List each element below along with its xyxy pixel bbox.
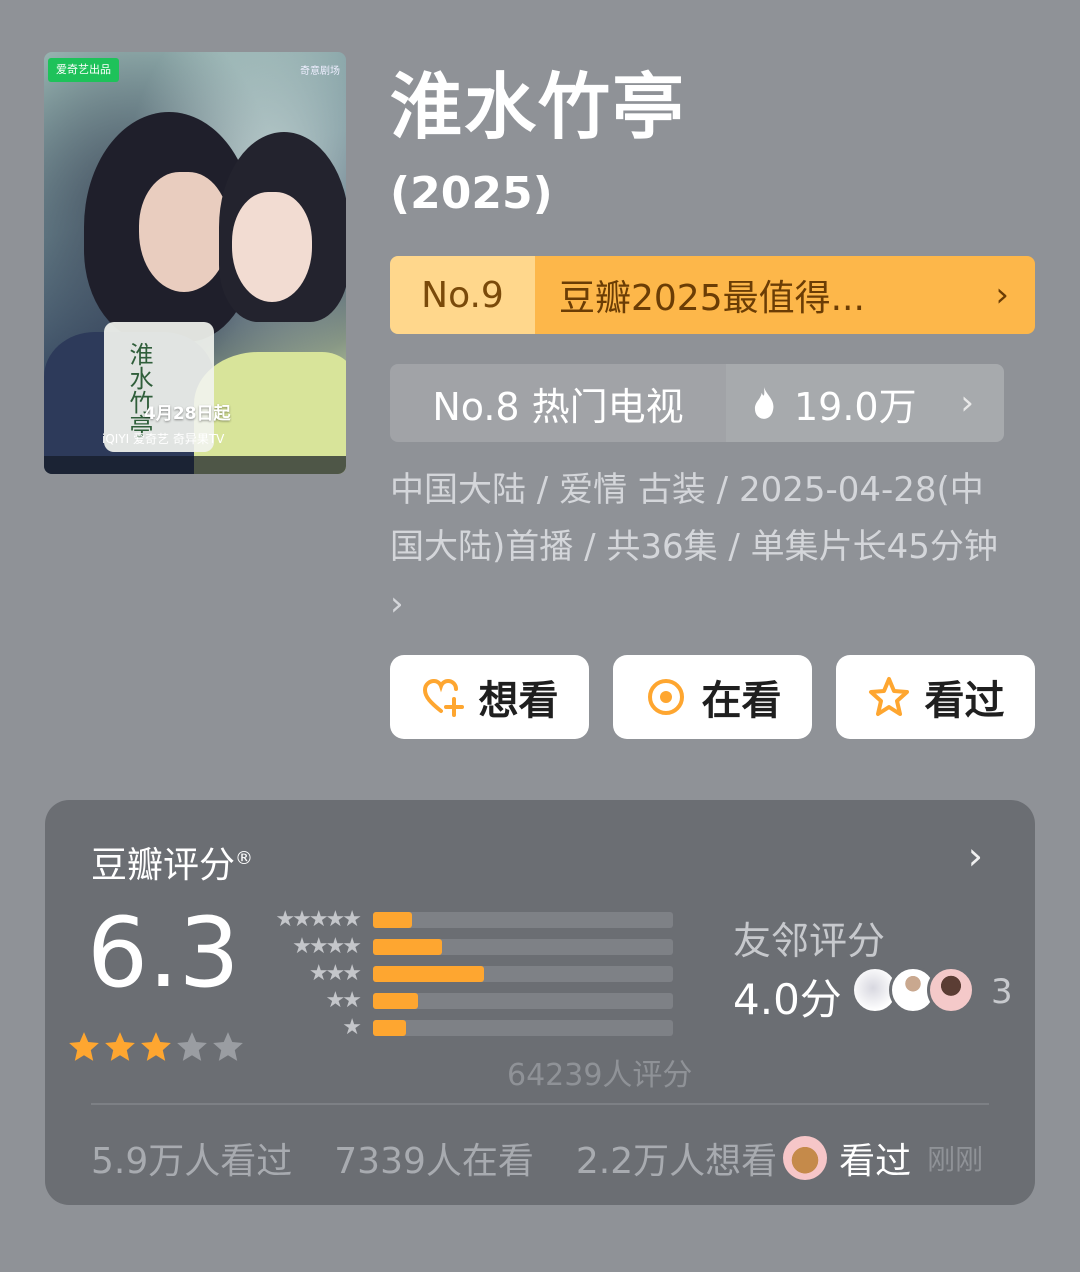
heat-value: 19.0万 xyxy=(794,384,917,429)
rating-bar-track xyxy=(373,992,673,1009)
rank-number: No.9 xyxy=(390,256,535,334)
rank-list-label-wrap: 豆瓣2025最值得... › xyxy=(535,256,1035,334)
poster-brand: 奇意剧场 xyxy=(300,66,340,77)
action-buttons: 想看 在看 看过 xyxy=(390,655,1035,739)
target-icon xyxy=(647,679,684,715)
latest-activity-time: 刚刚 xyxy=(927,1143,984,1176)
rating-bar-row: ★★ xyxy=(267,987,673,1014)
rating-header: 豆瓣评分® xyxy=(91,836,253,888)
want-to-watch-button[interactable]: 想看 xyxy=(390,655,589,739)
rating-distribution: ★★★★★ ★★★★ ★★★ ★★ ★ xyxy=(267,906,673,1041)
star-empty-icon xyxy=(177,1032,207,1061)
rating-bar-row: ★★★★★ xyxy=(267,906,673,933)
rating-bar-stars: ★★★★ xyxy=(292,934,362,959)
rating-bar-fill xyxy=(373,938,442,955)
poster-release: 4月28日起 xyxy=(144,404,231,424)
rating-bar-stars: ★★ xyxy=(325,988,362,1013)
rating-bar-stars: ★ xyxy=(342,1015,362,1040)
hot-tv-rank-button[interactable]: No.8 热门电视 19.0万 › xyxy=(390,364,1004,442)
rating-header-text: 豆瓣评分 xyxy=(91,845,236,886)
friend-rating-label: 友邻评分 xyxy=(733,919,886,963)
poster-figure-female-face xyxy=(232,192,312,302)
flame-icon xyxy=(754,387,774,419)
heart-plus-icon xyxy=(422,678,464,717)
chevron-right-icon: › xyxy=(995,275,1009,315)
watched-button[interactable]: 看过 xyxy=(836,655,1035,739)
rating-bar-track xyxy=(373,911,673,928)
want-to-watch-label: 想看 xyxy=(478,678,559,724)
rating-score: 6.3 xyxy=(87,897,240,1009)
rank-list-label: 豆瓣2025最值得... xyxy=(559,278,865,319)
star-filled-icon xyxy=(141,1032,171,1061)
rating-bar-track xyxy=(373,1019,673,1036)
watched-label: 看过 xyxy=(924,678,1005,724)
rating-bar-fill xyxy=(373,965,484,982)
watch-stats: 5.9万人看过 7339人在看 2.2万人想看 看过 刚刚 xyxy=(91,1132,983,1184)
divider xyxy=(91,1103,989,1105)
chevron-right-icon: › xyxy=(960,383,974,423)
poster-footer xyxy=(44,456,346,474)
heat-block: 19.0万 › xyxy=(726,364,1004,442)
want-count[interactable]: 2.2万人想看 xyxy=(576,1132,777,1184)
watched-count[interactable]: 5.9万人看过 xyxy=(91,1132,292,1184)
friend-rating-score: 4.0分 xyxy=(733,975,842,1024)
rating-bar-track xyxy=(373,938,673,955)
poster-image[interactable]: 爱奇艺出品 奇意剧场 淮水竹亭 4月28日起 iQIYI 爱奇艺 奇异果TV xyxy=(44,52,346,474)
registered-mark: ® xyxy=(235,848,254,869)
rating-bar-track xyxy=(373,965,673,982)
rating-bar-row: ★★★★ xyxy=(267,933,673,960)
rating-bar-fill xyxy=(373,911,412,928)
friend-avatars[interactable] xyxy=(851,966,975,1014)
hot-tv-rank-label: No.8 热门电视 xyxy=(390,364,726,442)
rating-bar-stars: ★★★★★ xyxy=(275,907,362,932)
rating-bar-fill xyxy=(373,992,418,1009)
star-filled-icon xyxy=(69,1032,99,1061)
watching-button[interactable]: 在看 xyxy=(613,655,812,739)
show-year: (2025) xyxy=(390,168,553,219)
star-outline-icon xyxy=(868,677,909,716)
avatar xyxy=(927,966,975,1014)
rating-bar-stars: ★★★ xyxy=(308,961,362,986)
star-empty-icon xyxy=(213,1032,243,1061)
watching-label: 在看 xyxy=(701,678,782,724)
chevron-right-icon[interactable]: › xyxy=(968,834,983,878)
poster-platforms: iQIYI 爱奇艺 奇异果TV xyxy=(102,432,225,446)
show-meta-info[interactable]: 中国大陆 / 爱情 古装 / 2025-04-28(中国大陆)首播 / 共36集… xyxy=(390,462,1010,633)
rank-list-button[interactable]: No.9 豆瓣2025最值得... › xyxy=(390,256,1035,334)
rating-bar-row: ★ xyxy=(267,1014,673,1041)
friend-count: 3 xyxy=(991,972,1013,1012)
show-title: 淮水竹亭 xyxy=(390,65,687,149)
poster-figure-male-face xyxy=(139,172,229,292)
avatar xyxy=(783,1136,828,1180)
rating-count: 64239人评分 xyxy=(507,1058,693,1093)
poster-badge: 爱奇艺出品 xyxy=(48,58,119,82)
rating-bar-fill xyxy=(373,1019,406,1036)
watching-count[interactable]: 7339人在看 xyxy=(334,1132,534,1184)
latest-activity: 看过 xyxy=(839,1141,912,1182)
star-filled-icon xyxy=(105,1032,135,1061)
rating-bar-row: ★★★ xyxy=(267,960,673,987)
rating-card[interactable]: 豆瓣评分® › 6.3 ★★★★★ ★★★★ ★★★ ★★ ★ 64239人评分 友邻评… xyxy=(45,800,1035,1205)
rating-stars xyxy=(67,1030,245,1064)
